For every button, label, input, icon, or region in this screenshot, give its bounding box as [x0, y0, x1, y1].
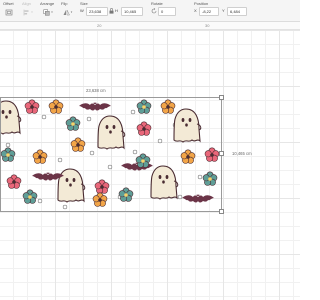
offset-icon: [5, 9, 13, 15]
width-prefix: W: [80, 8, 84, 13]
height-prefix: H: [115, 8, 118, 13]
lock-icon[interactable]: [109, 8, 114, 14]
width-field[interactable]: 23,638: [86, 7, 108, 16]
rotate-label: Rotate: [151, 1, 163, 6]
flip-icon: [63, 9, 70, 15]
rotate-field[interactable]: 0: [158, 7, 176, 16]
chevron-down-icon: ▾: [31, 10, 33, 14]
y-prefix: Y: [222, 8, 225, 13]
chevron-down-icon: ▾: [70, 10, 73, 14]
width-readout: 23,638 cm: [86, 88, 106, 93]
position-label: Position: [194, 1, 209, 6]
size-label: Size: [80, 1, 88, 6]
x-prefix: X: [194, 8, 197, 13]
resize-handle-top-right[interactable]: [219, 95, 224, 100]
ruler-mark: 20: [97, 23, 102, 28]
top-ruler[interactable]: 20 30: [0, 22, 300, 30]
flip-label: Flip: [61, 1, 68, 6]
arrange-button[interactable]: ▾: [40, 7, 56, 17]
arrange-icon: [43, 8, 50, 16]
offset-button[interactable]: [2, 7, 16, 17]
x-field[interactable]: -8,22: [199, 7, 219, 16]
rotate-icon: [151, 8, 157, 14]
height-readout: 10,465 cm: [232, 151, 252, 156]
align-label: Align: [22, 1, 31, 6]
resize-handle-bottom-right[interactable]: [219, 209, 224, 214]
height-field[interactable]: 10,465: [121, 7, 143, 16]
top-toolbar: Offset Align ▾ Arrange ▾ Flip ▾ Size W 2…: [0, 0, 300, 22]
selection-frame[interactable]: [0, 97, 222, 212]
arrange-label: Arrange: [40, 1, 55, 6]
align-icon: [23, 9, 29, 15]
y-field[interactable]: 6,484: [227, 7, 247, 16]
chevron-down-icon: ▾: [51, 10, 53, 14]
ruler-mark: 30: [205, 23, 210, 28]
offset-label: Offset: [3, 1, 14, 6]
align-button[interactable]: ▾: [21, 7, 35, 17]
resize-handle-right[interactable]: [219, 151, 224, 156]
flip-button[interactable]: ▾: [60, 7, 75, 17]
